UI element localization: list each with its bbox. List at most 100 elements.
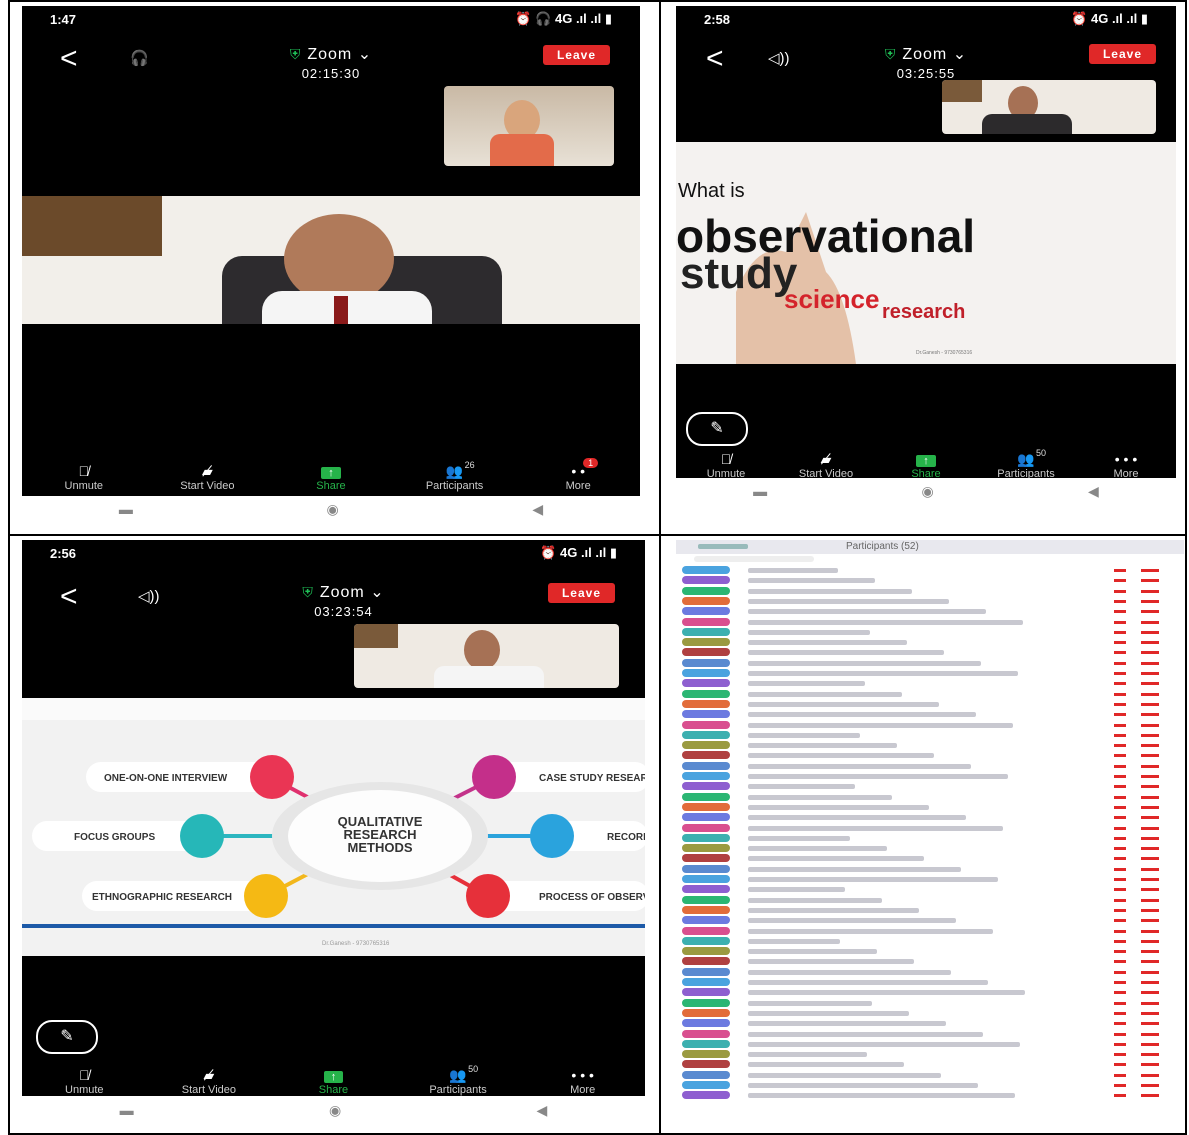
share-button[interactable]: ↑ Share [876,450,976,478]
mic-muted-icon[interactable] [1114,713,1126,717]
mic-muted-icon[interactable] [1114,682,1126,686]
mic-muted-icon[interactable] [1114,630,1126,634]
back-icon[interactable]: ◀ [1088,483,1099,500]
participant-row[interactable] [676,586,1184,597]
mic-muted-icon[interactable] [1114,692,1126,696]
mic-muted-icon[interactable] [1114,939,1126,943]
mic-muted-icon[interactable] [1114,744,1126,748]
video-off-icon[interactable] [1141,939,1159,943]
participant-row[interactable] [676,782,1184,792]
mic-muted-icon[interactable] [1114,867,1126,871]
participant-row[interactable] [676,844,1184,854]
participant-row[interactable] [676,926,1184,937]
mic-muted-icon[interactable] [1114,1094,1126,1098]
mic-muted-icon[interactable] [1114,1063,1126,1067]
participant-row[interactable] [676,1070,1184,1081]
participant-row[interactable] [676,998,1184,1009]
mic-muted-icon[interactable] [1114,672,1126,675]
participant-row[interactable] [676,638,1184,648]
video-off-icon[interactable] [1141,1084,1159,1087]
mic-muted-icon[interactable] [1114,898,1126,902]
participant-row[interactable] [676,648,1184,658]
participant-row[interactable] [676,627,1184,638]
recents-icon[interactable]: ▬ [753,483,767,499]
recents-icon[interactable]: ▬ [120,1102,134,1118]
video-off-icon[interactable] [1141,1063,1159,1067]
video-off-icon[interactable] [1141,1011,1159,1015]
video-off-icon[interactable] [1141,672,1159,675]
start-video-button[interactable]: ▰̸ Start Video [157,462,257,492]
mic-muted-icon[interactable] [1114,733,1126,737]
self-video-thumbnail[interactable] [444,86,614,166]
video-off-icon[interactable] [1141,960,1159,964]
mic-muted-icon[interactable] [1114,1073,1126,1077]
share-button[interactable]: ↑ Share [283,1066,383,1096]
mic-muted-icon[interactable] [1114,857,1126,861]
video-off-icon[interactable] [1141,1094,1159,1098]
more-button[interactable]: • • 1 More [528,458,628,492]
participant-row[interactable] [676,813,1184,823]
mic-muted-icon[interactable] [1114,878,1126,881]
participant-row[interactable] [676,947,1184,957]
mic-muted-icon[interactable] [1114,826,1126,830]
annotate-pencil-icon[interactable]: ✎ [36,1020,98,1054]
video-off-icon[interactable] [1141,610,1159,614]
unmute-button[interactable]: 🎙̸ Unmute [676,450,776,478]
participant-row[interactable] [676,699,1184,710]
participant-row[interactable] [676,669,1184,679]
video-off-icon[interactable] [1141,950,1159,954]
mic-muted-icon[interactable] [1114,847,1126,851]
participant-row[interactable] [676,905,1184,916]
video-off-icon[interactable] [1141,599,1159,603]
mic-muted-icon[interactable] [1114,795,1126,799]
mic-muted-icon[interactable] [1114,960,1126,964]
mic-muted-icon[interactable] [1114,929,1126,933]
mic-muted-icon[interactable] [1114,620,1126,624]
participant-row[interactable] [676,1081,1184,1091]
video-off-icon[interactable] [1141,795,1159,799]
video-off-icon[interactable] [1141,733,1159,737]
mic-muted-icon[interactable] [1114,569,1126,572]
video-off-icon[interactable] [1141,816,1159,820]
participant-row[interactable] [676,710,1184,720]
video-off-icon[interactable] [1141,991,1159,995]
participant-row[interactable] [676,689,1184,700]
participant-row[interactable] [676,607,1184,617]
video-off-icon[interactable] [1141,744,1159,748]
video-off-icon[interactable] [1141,723,1159,727]
mic-muted-icon[interactable] [1114,1084,1126,1087]
video-off-icon[interactable] [1141,981,1159,984]
participant-row[interactable] [676,658,1184,669]
mic-muted-icon[interactable] [1114,589,1126,593]
video-off-icon[interactable] [1141,713,1159,717]
annotate-pencil-icon[interactable]: ✎ [686,412,748,446]
mic-muted-icon[interactable] [1114,610,1126,614]
video-off-icon[interactable] [1141,836,1159,840]
home-icon[interactable]: ◉ [326,501,338,518]
mic-muted-icon[interactable] [1114,991,1126,995]
video-off-icon[interactable] [1141,764,1159,768]
mic-muted-icon[interactable] [1114,1022,1126,1026]
more-button[interactable]: • • • More [1076,450,1176,478]
mic-muted-icon[interactable] [1114,651,1126,655]
mic-muted-icon[interactable] [1114,805,1126,809]
video-off-icon[interactable] [1141,888,1159,892]
participant-row[interactable] [676,792,1184,803]
participant-row[interactable] [676,576,1184,586]
share-button[interactable]: ↑ Share [281,462,381,492]
participant-row[interactable] [676,988,1184,998]
participant-row[interactable] [676,916,1184,926]
video-off-icon[interactable] [1141,826,1159,830]
mic-muted-icon[interactable] [1114,888,1126,892]
recents-icon[interactable]: ▬ [119,501,133,517]
mic-muted-icon[interactable] [1114,950,1126,954]
speaker-video-thumbnail[interactable] [942,80,1156,134]
participant-search[interactable] [694,556,814,562]
participants-button[interactable]: 👥 50 Participants [976,448,1076,478]
participant-row[interactable] [676,751,1184,761]
back-icon[interactable]: ◀ [532,501,543,518]
participant-row[interactable] [676,772,1184,782]
video-off-icon[interactable] [1141,1053,1159,1057]
video-off-icon[interactable] [1141,1073,1159,1077]
mic-muted-icon[interactable] [1114,579,1126,583]
